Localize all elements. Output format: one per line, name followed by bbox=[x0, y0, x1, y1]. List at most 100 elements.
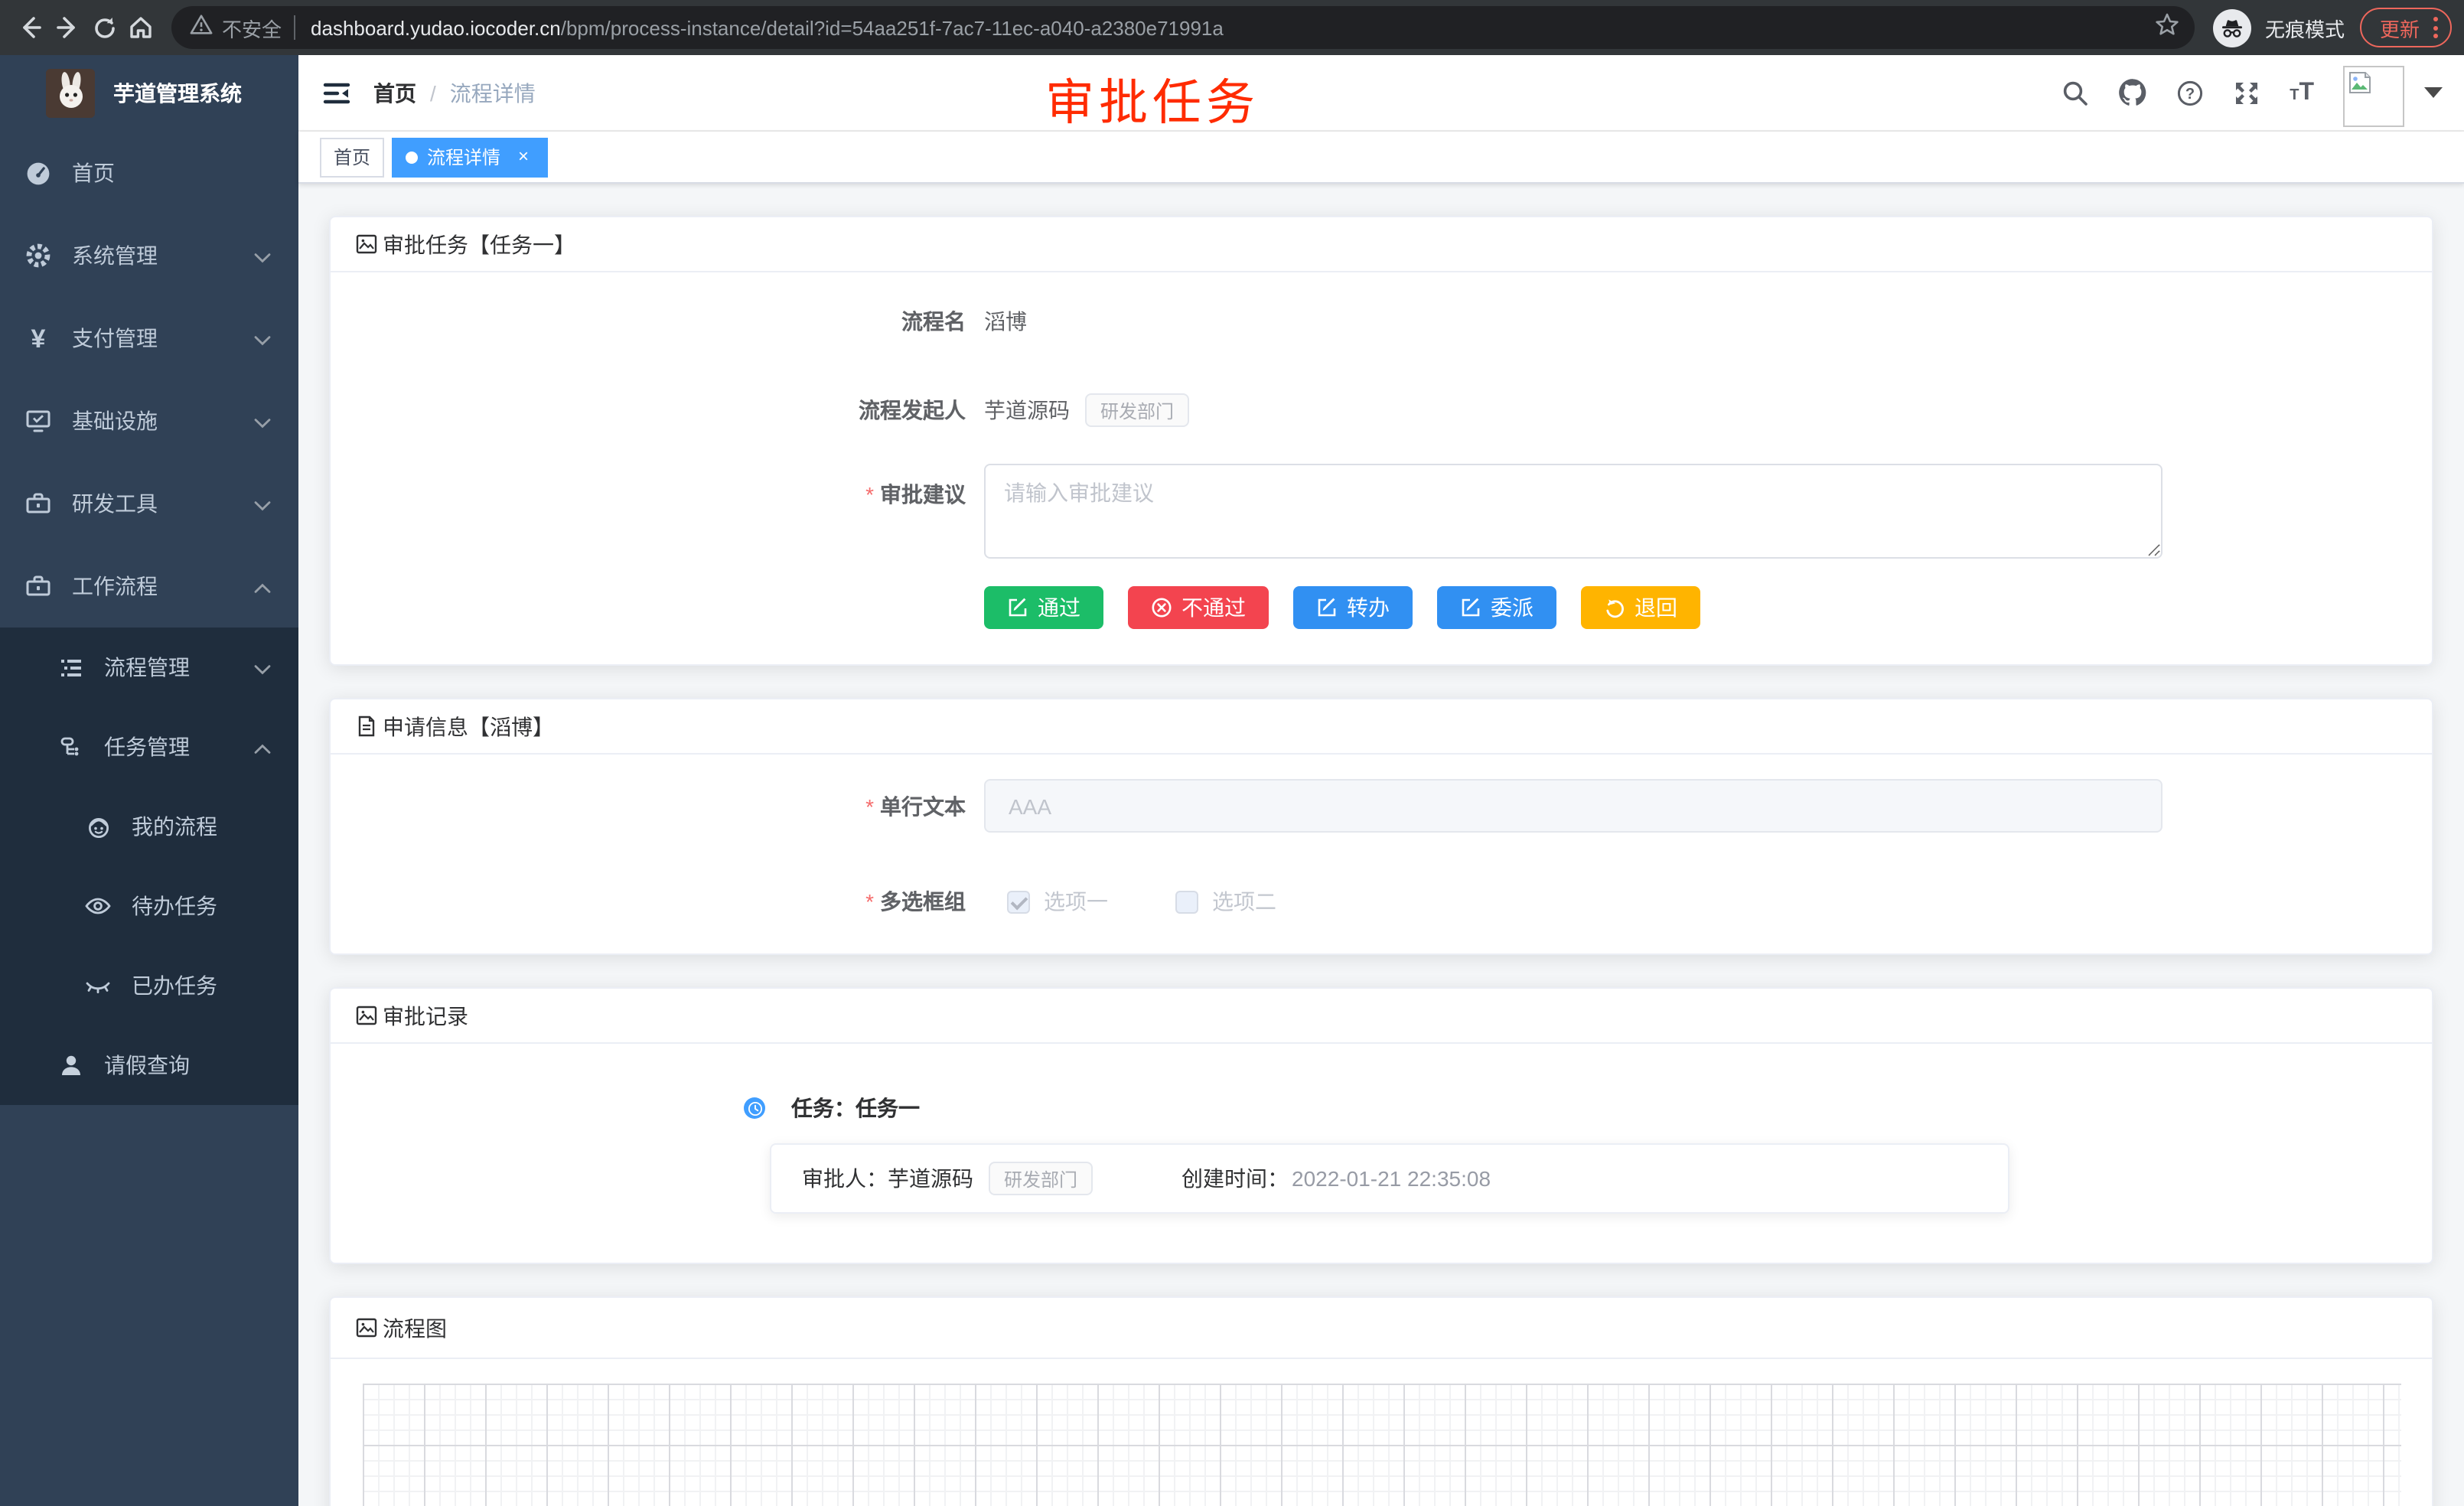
browser-back-button[interactable] bbox=[12, 9, 49, 46]
sidebar-item-label: 首页 bbox=[72, 158, 115, 188]
bookmark-star-icon[interactable] bbox=[2155, 11, 2179, 44]
sidebar-item-leave-query[interactable]: 请假查询 bbox=[0, 1025, 298, 1105]
eye-open-icon bbox=[84, 892, 112, 920]
sidebar-toggle-icon[interactable] bbox=[298, 55, 373, 130]
card-title: 申请信息【滔博】 bbox=[383, 711, 554, 742]
sidebar-item-label: 工作流程 bbox=[72, 571, 158, 601]
breadcrumb-home[interactable]: 首页 bbox=[373, 77, 416, 108]
address-bar[interactable]: 不安全 dashboard.yudao.iocoder.cn/bpm/proce… bbox=[171, 6, 2195, 49]
github-icon[interactable] bbox=[2118, 78, 2147, 107]
field-label-required: 单行文本 bbox=[361, 790, 984, 821]
button-label: 委派 bbox=[1491, 592, 1533, 623]
initiator-row: 流程发起人 芋道源码 研发部门 bbox=[361, 393, 2401, 427]
process-name-row: 流程名 滔博 bbox=[361, 306, 2401, 337]
tab-home[interactable]: 首页 bbox=[320, 137, 384, 177]
return-button[interactable]: 退回 bbox=[1581, 586, 1700, 629]
page-content: 审批任务【任务一】 流程名 滔博 流程发起人 芋道源码 研发部门 bbox=[298, 184, 2464, 1506]
approval-actions: 通过 不通过 转办 委 bbox=[984, 586, 2401, 629]
gear-icon bbox=[24, 242, 52, 269]
browser-home-button[interactable] bbox=[122, 9, 159, 46]
breadcrumb: 首页 / 流程详情 bbox=[373, 77, 536, 108]
sidebar-item-task-management[interactable]: 任务管理 bbox=[0, 707, 298, 787]
sidebar-logo[interactable]: 芋道管理系统 bbox=[0, 55, 298, 132]
checkbox-option-2[interactable]: 选项二 bbox=[1175, 886, 1276, 917]
department-tag: 研发部门 bbox=[989, 1162, 1093, 1195]
checkbox-option-1[interactable]: 选项一 bbox=[1007, 886, 1108, 917]
browser-forward-button[interactable] bbox=[49, 9, 86, 46]
card-body bbox=[331, 1384, 2432, 1506]
tree-list-icon bbox=[57, 654, 84, 681]
url-path: /bpm/process-instance/detail?id=54aa251f… bbox=[561, 16, 1224, 39]
card-title: 流程图 bbox=[383, 1312, 447, 1343]
search-icon[interactable] bbox=[2061, 79, 2089, 106]
sidebar-item-done-tasks[interactable]: 已办任务 bbox=[0, 946, 298, 1025]
initiator-value: 芋道源码 研发部门 bbox=[984, 393, 1189, 427]
application-window: 不安全 dashboard.yudao.iocoder.cn/bpm/proce… bbox=[0, 0, 2464, 1506]
reject-button[interactable]: 不通过 bbox=[1128, 586, 1269, 629]
timeline-item-header: 任务：任务一 bbox=[744, 1093, 2401, 1123]
chevron-down-icon bbox=[254, 326, 271, 350]
record-detail-card: 审批人： 芋道源码 研发部门 创建时间： 2022-01-21 22:35:08 bbox=[770, 1143, 2009, 1214]
tab-close-icon[interactable] bbox=[513, 146, 534, 168]
card-header: 申请信息【滔博】 bbox=[331, 699, 2432, 755]
sidebar-item-payment[interactable]: ¥ 支付管理 bbox=[0, 297, 298, 380]
chevron-down-icon bbox=[254, 491, 271, 516]
eye-closed-icon bbox=[84, 972, 112, 999]
browser-menu-icon[interactable] bbox=[2433, 17, 2438, 38]
tab-process-detail[interactable]: 流程详情 bbox=[392, 137, 548, 177]
chevron-up-icon bbox=[254, 735, 271, 759]
approve-button[interactable]: 通过 bbox=[984, 586, 1103, 629]
sidebar-item-label: 任务管理 bbox=[104, 732, 190, 762]
sidebar-item-devtools[interactable]: 研发工具 bbox=[0, 462, 298, 545]
approval-task-card: 审批任务【任务一】 流程名 滔博 流程发起人 芋道源码 研发部门 bbox=[329, 216, 2433, 666]
transfer-button[interactable]: 转办 bbox=[1293, 586, 1413, 629]
checkbox-checked-icon bbox=[1007, 890, 1030, 913]
sidebar-item-home[interactable]: 首页 bbox=[0, 132, 298, 214]
approval-records-card: 审批记录 任务：任务一 审批人： 芋道源码 研发部门 bbox=[329, 987, 2433, 1264]
sidebar-item-workflow[interactable]: 工作流程 bbox=[0, 545, 298, 628]
dashboard-icon bbox=[24, 159, 52, 187]
main-area: 首页 / 流程详情 ? bbox=[298, 55, 2464, 1506]
document-icon bbox=[355, 715, 378, 738]
incognito-badge: 无痕模式 bbox=[2213, 8, 2345, 47]
comment-textarea[interactable] bbox=[984, 464, 2163, 559]
monitor-icon bbox=[24, 407, 52, 435]
help-icon[interactable]: ? bbox=[2176, 79, 2204, 106]
field-label: 流程发起人 bbox=[361, 395, 984, 425]
svg-text:?: ? bbox=[2185, 85, 2195, 102]
comment-row: 审批建议 bbox=[361, 464, 2401, 559]
card-body: 任务：任务一 审批人： 芋道源码 研发部门 创建时间： 2022-01-21 2… bbox=[331, 1044, 2432, 1263]
avatar-caret-icon[interactable] bbox=[2424, 87, 2443, 98]
sidebar-item-my-process[interactable]: 我的流程 bbox=[0, 787, 298, 866]
single-line-text-input[interactable] bbox=[984, 779, 2163, 833]
sidebar-item-label: 请假查询 bbox=[104, 1050, 190, 1081]
security-label[interactable]: 不安全 bbox=[222, 13, 282, 42]
font-size-icon[interactable]: TT bbox=[2290, 80, 2314, 105]
yen-icon: ¥ bbox=[24, 324, 52, 352]
browser-update-button[interactable]: 更新 bbox=[2360, 8, 2452, 47]
process-name-value: 滔博 bbox=[984, 306, 1027, 337]
security-warning-icon[interactable] bbox=[190, 13, 213, 42]
fullscreen-icon[interactable] bbox=[2233, 79, 2260, 106]
button-label: 转办 bbox=[1347, 592, 1390, 623]
page-body: 芋道管理系统 首页 系统管理 ¥ 支付管理 bbox=[0, 55, 2464, 1506]
sidebar-item-infrastructure[interactable]: 基础设施 bbox=[0, 380, 298, 462]
sidebar-item-todo-tasks[interactable]: 待办任务 bbox=[0, 866, 298, 946]
avatar[interactable] bbox=[2343, 65, 2404, 126]
picture-icon bbox=[355, 233, 378, 256]
tab-label: 流程详情 bbox=[427, 144, 500, 170]
clock-icon bbox=[744, 1097, 765, 1119]
tab-active-dot bbox=[406, 151, 418, 163]
checkbox-group-row: 多选框组 选项一 选项二 bbox=[361, 886, 2401, 917]
breadcrumb-separator: / bbox=[430, 80, 436, 105]
sidebar-item-system[interactable]: 系统管理 bbox=[0, 214, 298, 297]
chevron-up-icon bbox=[254, 574, 271, 598]
sidebar-item-process-management[interactable]: 流程管理 bbox=[0, 628, 298, 707]
delegate-button[interactable]: 委派 bbox=[1437, 586, 1556, 629]
checkbox-group: 选项一 选项二 bbox=[1007, 886, 1344, 917]
org-tree-icon bbox=[57, 733, 84, 761]
created-time-label: 创建时间： bbox=[1181, 1163, 1289, 1194]
browser-reload-button[interactable] bbox=[86, 9, 122, 46]
approver-label: 审批人： bbox=[802, 1163, 888, 1194]
bpmn-diagram-canvas[interactable] bbox=[363, 1384, 2401, 1506]
